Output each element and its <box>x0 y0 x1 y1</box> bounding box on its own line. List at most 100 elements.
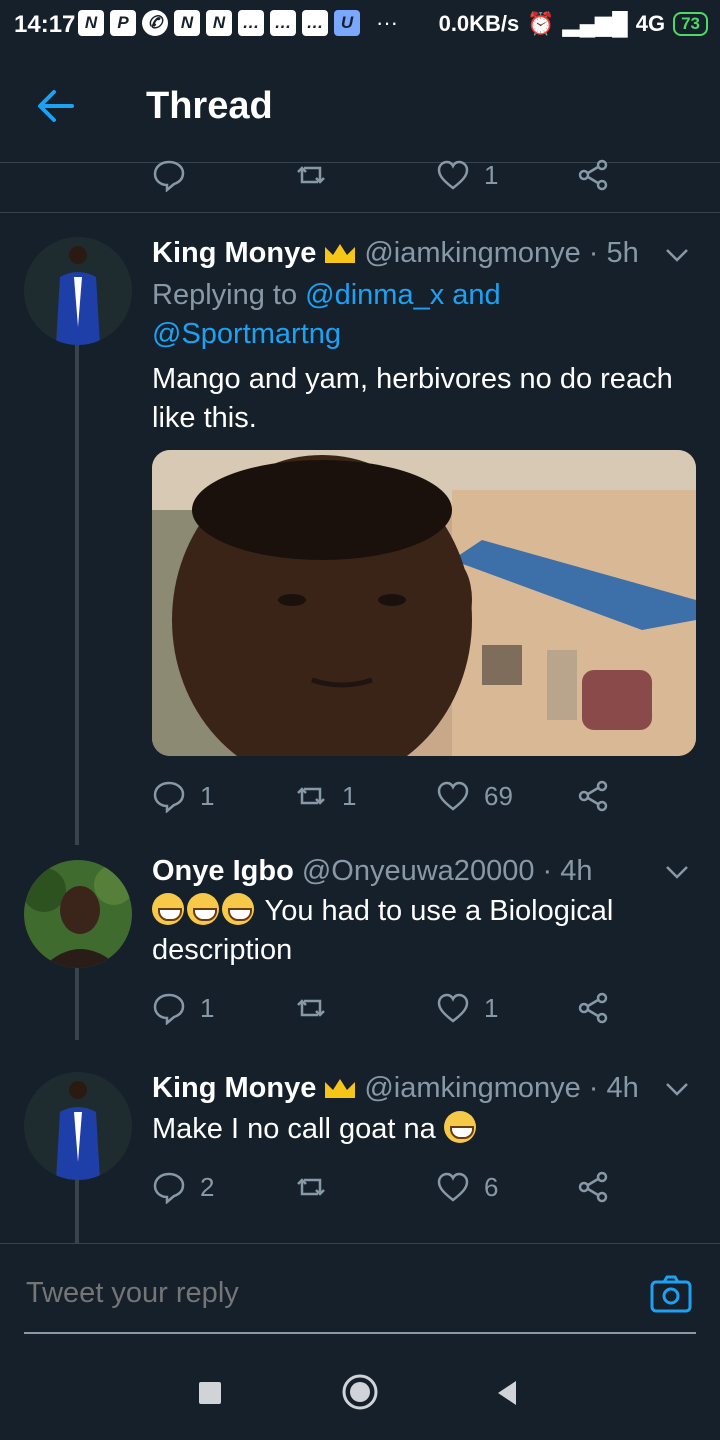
recent-apps-icon[interactable] <box>198 1381 222 1405</box>
avatar[interactable] <box>24 860 132 968</box>
grinning-emoji-icon <box>187 893 219 925</box>
whatsapp-icon: ✆ <box>142 10 168 36</box>
thread-line <box>75 1180 79 1243</box>
tweet-header: King Monye @iamkingmonye · 5h <box>152 237 639 270</box>
reply-count: 1 <box>200 780 215 811</box>
heart-icon <box>437 993 469 1023</box>
app-p-icon: P <box>110 10 136 36</box>
share-button[interactable] <box>576 776 610 816</box>
reply-input[interactable] <box>24 1276 628 1311</box>
avatar-image <box>24 1072 132 1180</box>
like-count: 1 <box>484 992 499 1023</box>
heart-icon <box>437 160 469 190</box>
author-handle[interactable]: @Onyeuwa20000 · 4h <box>302 855 593 887</box>
reply-icon <box>153 993 185 1025</box>
reply-composer <box>0 1243 720 1354</box>
share-icon <box>578 159 608 191</box>
reply-icon <box>153 781 185 813</box>
author-handle[interactable]: @iamkingmonye · 5h <box>364 237 638 269</box>
reply-button[interactable] <box>152 155 186 195</box>
reply-button[interactable]: 1 <box>152 776 214 816</box>
crown-emoji-icon <box>325 244 356 264</box>
status-right: 0.0KB/s ⏰ ▂▄▆█ 4G 73 <box>439 11 708 37</box>
share-icon <box>578 1171 608 1203</box>
grinning-emoji-icon <box>222 893 254 925</box>
author-handle[interactable]: @iamkingmonye · 4h <box>364 1072 638 1104</box>
tweet-actions: 2 6 <box>152 1167 632 1207</box>
system-nav-bar <box>0 1353 720 1440</box>
avatar-image <box>24 237 132 345</box>
divider <box>0 212 720 213</box>
reply-count: 2 <box>200 1171 215 1202</box>
tweet-body: You had to use a Biological description <box>152 892 692 970</box>
retweet-icon <box>297 1178 325 1196</box>
tweet-body: Make I no call goat na <box>152 1110 692 1149</box>
app-header: Thread <box>0 52 720 163</box>
app-n-icon: N <box>78 10 104 36</box>
share-button[interactable] <box>576 988 610 1028</box>
thread-line <box>75 345 79 845</box>
replying-and[interactable]: and <box>444 279 500 311</box>
reply-icon <box>153 160 185 192</box>
retweet-button[interactable] <box>294 155 328 195</box>
network-type: 4G <box>635 11 666 36</box>
reply-button[interactable]: 1 <box>152 988 214 1028</box>
home-icon[interactable] <box>341 1373 379 1411</box>
like-count: 6 <box>484 1171 499 1202</box>
back-arrow-icon[interactable] <box>36 86 76 126</box>
mention-link[interactable]: @dinma_x <box>305 279 444 311</box>
tweet-text: Make I no call goat na <box>152 1113 436 1145</box>
app-n-icon: N <box>206 10 232 36</box>
camera-icon[interactable] <box>650 1274 692 1314</box>
reply-icon <box>153 1172 185 1204</box>
like-button[interactable]: 69 <box>436 776 513 816</box>
chevron-down-icon[interactable] <box>662 240 692 270</box>
crown-emoji-icon <box>325 1079 356 1099</box>
reply-count: 1 <box>200 992 215 1023</box>
avatar[interactable] <box>24 1072 132 1180</box>
tweet-header: Onye Igbo @Onyeuwa20000 · 4h <box>152 855 592 888</box>
thread-line <box>75 968 79 1040</box>
chevron-down-icon[interactable] <box>662 857 692 887</box>
like-button[interactable]: 1 <box>436 155 498 195</box>
retweet-icon <box>297 166 325 184</box>
retweet-icon <box>297 999 325 1017</box>
author-name[interactable]: King Monye <box>152 237 316 269</box>
network-speed: 0.0KB/s <box>438 11 520 36</box>
author-name[interactable]: King Monye <box>152 1072 316 1104</box>
chat-icon: … <box>238 10 264 36</box>
chat-icon: … <box>302 10 328 36</box>
avatar[interactable] <box>24 237 132 345</box>
mention-link[interactable]: @Sportmartng <box>152 318 341 350</box>
share-button[interactable] <box>576 1167 610 1207</box>
reply-button[interactable]: 2 <box>152 1167 214 1207</box>
share-button[interactable] <box>576 155 610 195</box>
status-bar: 14:17 N P ✆ N N … … … U ··· 0.0KB/s ⏰ ▂▄… <box>0 0 720 52</box>
chevron-down-icon[interactable] <box>662 1074 692 1104</box>
author-name[interactable]: Onye Igbo <box>152 855 294 887</box>
more-notifications-icon: ··· <box>376 10 398 35</box>
back-icon[interactable] <box>494 1379 520 1407</box>
like-count: 1 <box>484 159 499 190</box>
retweet-button[interactable] <box>294 988 328 1028</box>
tears-of-joy-emoji-icon <box>443 1111 476 1143</box>
retweet-button[interactable]: 1 <box>294 776 356 816</box>
battery-icon: 73 <box>673 12 708 36</box>
like-count: 69 <box>484 780 513 811</box>
retweet-button[interactable] <box>294 1167 328 1207</box>
page-title: Thread <box>146 85 273 127</box>
tweet-text: Mango and yam, herbivores no do reach li… <box>152 363 673 434</box>
like-button[interactable]: 1 <box>436 988 498 1028</box>
book-icon: U <box>334 10 360 36</box>
battery-level: 73 <box>681 14 700 33</box>
like-button[interactable]: 6 <box>436 1167 498 1207</box>
share-icon <box>578 992 608 1024</box>
replying-prefix: Replying to <box>152 279 306 311</box>
share-icon <box>578 780 608 812</box>
reply-underline <box>24 1332 696 1334</box>
grinning-emoji-icon <box>152 893 184 925</box>
tweet-header: King Monye @iamkingmonye · 4h <box>152 1072 639 1105</box>
chat-icon: … <box>270 10 296 36</box>
alarm-icon: ⏰ <box>527 11 555 36</box>
tweet-media-image[interactable] <box>152 450 696 756</box>
